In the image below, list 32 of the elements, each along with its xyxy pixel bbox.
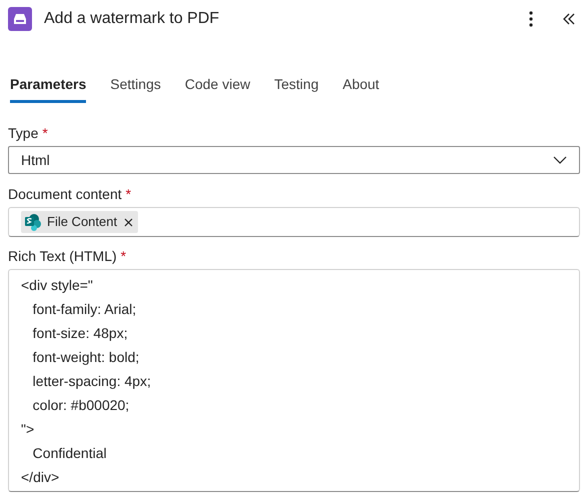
code-line: font-size: 48px; [32,324,128,343]
field-label: Rich Text (HTML) [8,248,117,264]
tab[interactable]: Code view [184,73,250,103]
tab[interactable]: Parameters [10,73,86,103]
remove-icon[interactable] [124,218,134,226]
code-line: "> [21,420,34,439]
app-icon [8,7,32,31]
field-label: Document content [8,186,122,202]
code-line: </div> [21,468,60,487]
rich-text-editor[interactable]: <div style=" font-family: Arial; font-size: 48px; font-weight: bold; letter-spacing: 4px; color: #b00020; "> Confidential </div> [8,269,580,492]
collapse-icon[interactable] [562,12,576,26]
code-line: <div style=" [21,276,93,295]
window-title: Add a watermark to PDF [44,9,220,29]
required-mark: * [126,186,132,202]
code-line: letter-spacing: 4px; [32,372,151,391]
code-line: font-family: Arial; [32,300,136,319]
sharepoint-icon [24,213,42,231]
document-content-field[interactable]: File Content [8,207,580,237]
chevron-down-icon [553,156,567,164]
tab[interactable]: Testing [274,73,319,103]
field-label: Type [8,125,38,141]
required-mark: * [42,125,48,141]
code-line: font-weight: bold; [32,348,140,367]
code-line: Confidential [32,444,107,463]
tab[interactable]: About [342,73,380,103]
code-line: color: #b00020; [32,396,130,415]
more-options-icon[interactable] [528,11,534,27]
required-mark: * [120,248,126,264]
tab[interactable]: Settings [110,73,161,103]
type-dropdown[interactable]: Html [8,146,580,174]
dropdown-value: Html [21,150,51,170]
file-content-token[interactable]: File Content [21,211,138,233]
